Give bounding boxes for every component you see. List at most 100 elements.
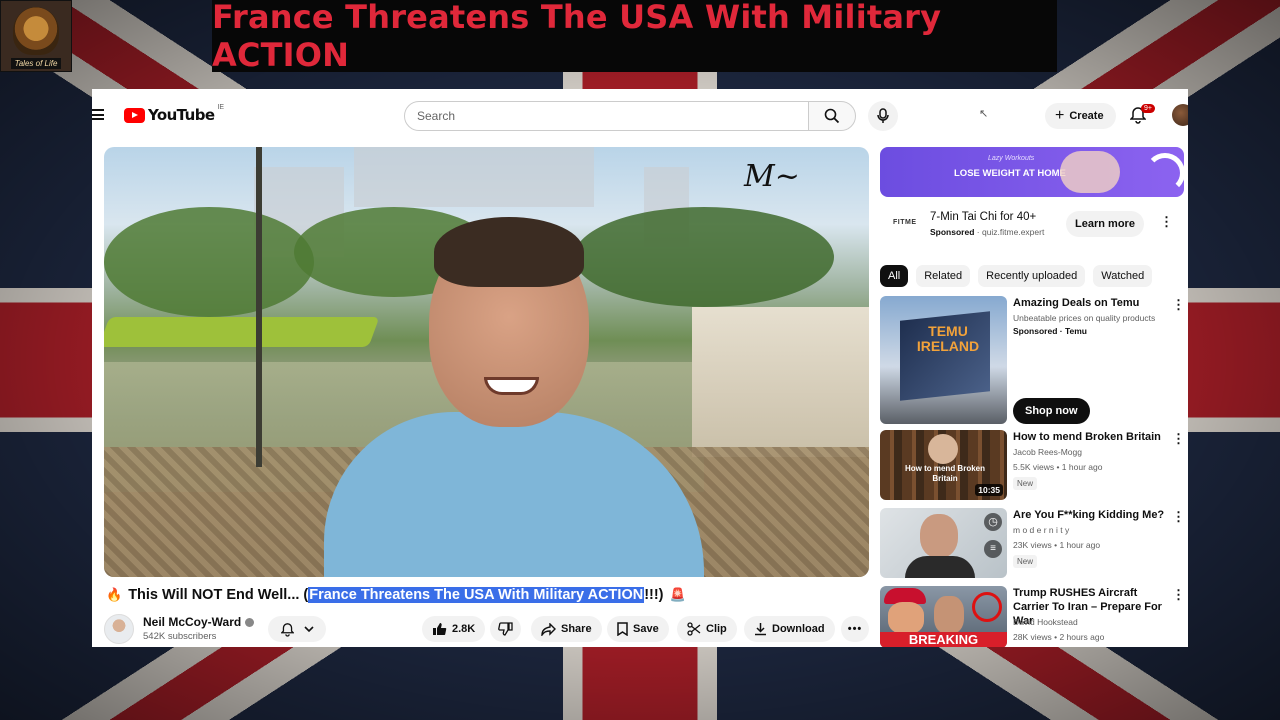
logo-caption: Tales of Life: [10, 58, 62, 69]
save-button[interactable]: Save: [607, 616, 669, 642]
list-item[interactable]: How to mend Broken Britain 10:35 How to …: [880, 430, 1185, 500]
share-button[interactable]: Share: [531, 616, 602, 642]
thumbs-down-icon: [498, 622, 513, 636]
filter-chips: All Related Recently uploaded Watched: [880, 265, 1153, 287]
search-placeholder: Search: [417, 109, 456, 123]
save-label: Save: [633, 623, 659, 635]
chip-all[interactable]: All: [880, 265, 909, 287]
more-vertical-icon[interactable]: ⋮: [1172, 588, 1185, 601]
more-vertical-icon[interactable]: ⋮: [1172, 510, 1185, 523]
mouse-cursor-icon: ↖: [979, 108, 989, 120]
channel-name-text: Neil McCoy-Ward: [143, 615, 242, 629]
top-bar: YouTube IE Search ↖ + Create 9+: [92, 89, 1188, 143]
learn-more-button[interactable]: Learn more: [1066, 211, 1144, 237]
more-actions-button[interactable]: •••: [841, 616, 869, 642]
ad-description: Unbeatable prices on quality products: [1013, 313, 1156, 323]
share-label: Share: [561, 623, 592, 635]
ad-domain: quiz.fitme.expert: [981, 227, 1045, 237]
search-icon: [824, 108, 840, 124]
region-code: IE: [217, 103, 225, 111]
new-badge: New: [1013, 477, 1038, 490]
channel-name[interactable]: Neil McCoy-Ward: [143, 615, 255, 629]
video-title[interactable]: Amazing Deals on Temu: [1013, 296, 1171, 310]
dislike-button[interactable]: [490, 616, 521, 642]
channel-name[interactable]: David Hookstead: [1013, 617, 1078, 627]
presenter: [324, 187, 704, 577]
more-horizontal-icon: •••: [847, 623, 863, 635]
person-graphic: [928, 434, 958, 464]
subscription-bell-button[interactable]: [268, 616, 326, 642]
ad-sponsor-line: Sponsored · quiz.fitme.expert: [930, 227, 1045, 237]
chip-watched[interactable]: Watched: [1093, 265, 1153, 287]
voice-search-button[interactable]: [868, 101, 898, 131]
create-button[interactable]: + Create: [1045, 103, 1116, 129]
like-button[interactable]: 2.8K: [422, 616, 486, 642]
thumbnail-text: BREAKING: [880, 632, 1007, 647]
list-item[interactable]: ◷ ≡ Are You F**king Kidding Me? m o d e …: [880, 508, 1185, 578]
person-graphic: [905, 556, 975, 578]
video-title[interactable]: Are You F**king Kidding Me?: [1013, 508, 1171, 522]
presenter-hair: [434, 217, 584, 287]
more-vertical-icon[interactable]: ⋮: [1172, 298, 1185, 311]
person-graphic: [920, 514, 958, 558]
youtube-logo[interactable]: YouTube IE: [124, 103, 225, 124]
chip-recently-uploaded[interactable]: Recently uploaded: [978, 265, 1086, 287]
video-title[interactable]: How to mend Broken Britain: [1013, 430, 1171, 444]
fire-icon: 🔥: [106, 587, 123, 602]
ad-brand-logo: FITME: [893, 219, 917, 226]
video-player[interactable]: M~: [104, 147, 869, 577]
microphone-icon: [877, 108, 889, 123]
watch-later-icon[interactable]: ◷: [984, 513, 1002, 531]
banner-title: France Threatens The USA With Military A…: [212, 0, 942, 74]
share-icon: [541, 622, 556, 636]
list-item[interactable]: BREAKING Trump RUSHES Aircraft Carrier T…: [880, 586, 1185, 647]
chevron-down-icon: [303, 626, 314, 633]
presenter-shirt: [324, 412, 704, 577]
stone-railing: [692, 307, 869, 457]
thumbnail-text: How to mend Broken Britain: [904, 464, 985, 483]
channel-logo: Tales of Life: [0, 0, 72, 72]
user-avatar[interactable]: [1172, 104, 1188, 126]
video-thumbnail[interactable]: How to mend Broken Britain 10:35: [880, 430, 1007, 500]
person-graphic: [934, 596, 964, 634]
tree: [104, 207, 314, 317]
scissors-icon: [687, 622, 701, 636]
search-button[interactable]: [808, 101, 856, 131]
person-graphic: [888, 602, 924, 634]
subscriber-count: 542K subscribers: [143, 631, 217, 642]
youtube-play-icon: [124, 107, 145, 123]
more-vertical-icon[interactable]: ⋮: [1172, 432, 1185, 445]
like-count: 2.8K: [452, 623, 476, 635]
more-vertical-icon[interactable]: ⋮: [1160, 215, 1173, 228]
title-prefix: This Will NOT End Well... (: [128, 587, 309, 603]
title-banner: France Threatens The USA With Military A…: [212, 0, 1057, 74]
list-item[interactable]: TEMU IRELAND Amazing Deals on Temu Unbea…: [880, 296, 1185, 424]
video-thumbnail[interactable]: TEMU IRELAND: [880, 296, 1007, 424]
ad-banner[interactable]: Lazy Workouts LOSE WEIGHT AT HOME: [880, 147, 1184, 197]
channel-name[interactable]: m o d e r n i t y: [1013, 525, 1069, 535]
chip-related[interactable]: Related: [916, 265, 971, 287]
channel-name[interactable]: Jacob Rees-Mogg: [1013, 447, 1082, 457]
title-suffix: !!!): [644, 587, 664, 603]
video-thumbnail[interactable]: ◷ ≡: [880, 508, 1007, 578]
channel-avatar[interactable]: [104, 614, 134, 644]
ad-banner-text: LOSE WEIGHT AT HOME: [954, 168, 1066, 179]
thumbs-up-icon: [433, 623, 447, 636]
lion-icon: [13, 7, 59, 55]
shop-now-button[interactable]: Shop now: [1013, 398, 1090, 424]
sponsored-label: Sponsored · Temu: [1013, 326, 1087, 336]
video-meta: 23K views • 1 hour ago: [1013, 540, 1101, 550]
search-input[interactable]: Search: [404, 101, 809, 131]
sponsored-ad[interactable]: Lazy Workouts LOSE WEIGHT AT HOME FITME …: [880, 147, 1184, 252]
menu-icon[interactable]: [92, 109, 104, 120]
create-label: Create: [1069, 110, 1104, 122]
lamp-post: [256, 147, 262, 467]
video-meta: 5.5K views • 1 hour ago: [1013, 462, 1103, 472]
ad-title[interactable]: 7-Min Tai Chi for 40+: [930, 211, 1036, 223]
video-thumbnail[interactable]: BREAKING: [880, 586, 1007, 647]
youtube-screenshot: YouTube IE Search ↖ + Create 9+ M~ 🔥 Thi…: [92, 89, 1188, 647]
download-button[interactable]: Download: [744, 616, 835, 642]
clip-button[interactable]: Clip: [677, 616, 737, 642]
bookmark-icon: [617, 622, 628, 636]
add-to-queue-icon[interactable]: ≡: [984, 540, 1002, 558]
